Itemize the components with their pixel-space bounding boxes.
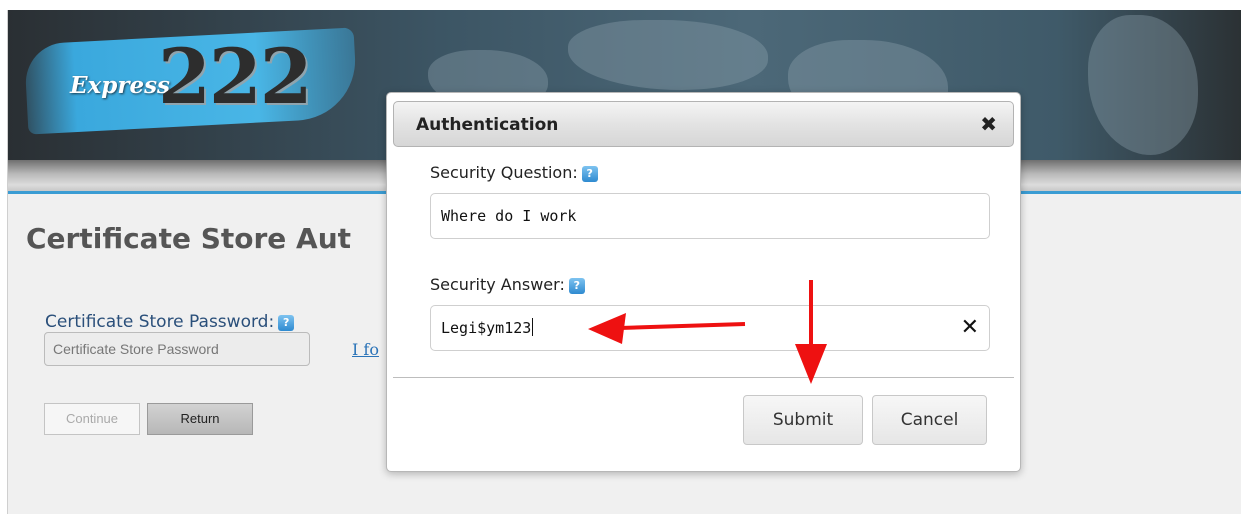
help-icon[interactable]: ? <box>278 315 295 331</box>
dialog-header: Authentication ✖ <box>393 101 1014 147</box>
password-label: Certificate Store Password:? <box>45 312 295 332</box>
logo-number: 222 <box>158 32 313 121</box>
security-answer-label: Security Answer:? <box>430 275 585 294</box>
security-answer-input[interactable]: Legi$ym123 ✕ <box>430 305 990 351</box>
text-caret <box>532 318 534 336</box>
security-answer-value: Legi$ym123 <box>441 319 532 337</box>
certificate-password-input[interactable]: Certificate Store Password <box>44 332 310 366</box>
clear-icon[interactable]: ✕ <box>961 315 979 341</box>
cancel-button[interactable]: Cancel <box>872 395 987 445</box>
help-icon[interactable]: ? <box>568 278 585 294</box>
security-answer-label-text: Security Answer: <box>430 275 565 294</box>
password-label-text: Certificate Store Password: <box>45 312 275 332</box>
dialog-title: Authentication <box>416 115 559 135</box>
page-title: Certificate Store Aut <box>26 222 352 255</box>
dialog-divider <box>393 377 1014 378</box>
forgot-password-link[interactable]: I fo <box>352 340 382 359</box>
help-icon[interactable]: ? <box>581 166 598 182</box>
security-question-field[interactable]: Where do I work <box>430 193 990 239</box>
security-question-label-text: Security Question: <box>430 163 578 182</box>
submit-button[interactable]: Submit <box>743 395 863 445</box>
logo-text: Express <box>70 72 170 99</box>
close-icon[interactable]: ✖ <box>980 112 997 136</box>
authentication-dialog: Authentication ✖ Security Question:? Whe… <box>386 92 1021 472</box>
continue-button[interactable]: Continue <box>44 403 140 435</box>
return-button[interactable]: Return <box>147 403 253 435</box>
security-question-label: Security Question:? <box>430 163 598 182</box>
